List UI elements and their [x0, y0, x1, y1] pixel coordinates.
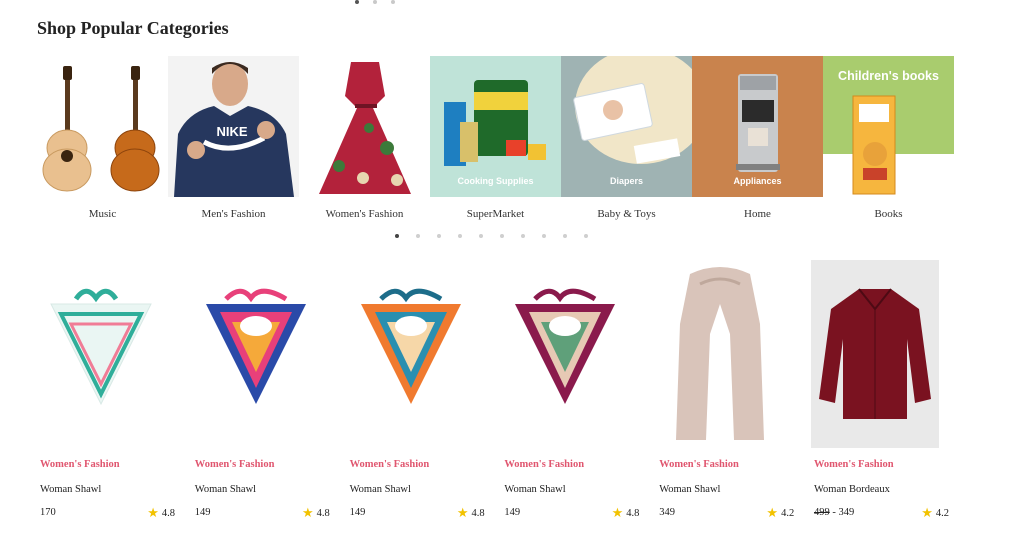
product-card[interactable]: Women's Fashion Woman Shawl 149 ★ 4.8	[347, 260, 502, 520]
product-card[interactable]: Women's Fashion Woman Shawl 149 ★ 4.8	[192, 260, 347, 520]
carousel-dot[interactable]	[563, 234, 567, 238]
category-label: Home	[744, 208, 771, 220]
carousel-dot[interactable]	[416, 234, 420, 238]
carousel-dot[interactable]	[395, 234, 399, 238]
product-price: 499 - 349	[813, 507, 855, 518]
product-category[interactable]: Women's Fashion	[501, 459, 656, 473]
category-label: Women's Fashion	[325, 208, 404, 220]
top-carousel-dots	[355, 0, 395, 4]
category-mens-fashion[interactable]: NIKE Men's Fashion	[168, 56, 299, 220]
product-card[interactable]: Women's Fashion Woman Bordeaux 499 - 349…	[810, 260, 966, 521]
category-books[interactable]: Children's books Books	[823, 56, 954, 220]
category-overlay: Cooking Supplies	[457, 176, 534, 186]
product-image	[347, 260, 475, 448]
product-name: Woman Shawl	[40, 484, 102, 495]
product-category[interactable]: Women's Fashion	[811, 459, 966, 473]
product-category[interactable]: Women's Fashion	[347, 459, 502, 473]
product-image	[501, 260, 629, 448]
product-name: Woman Shawl	[194, 484, 257, 495]
product-image	[37, 260, 165, 448]
category-label: Books	[874, 208, 903, 220]
category-music[interactable]: Music	[37, 56, 168, 220]
carousel-dot[interactable]	[437, 234, 441, 238]
category-baby-toys[interactable]: Diapers Baby & Toys	[561, 56, 692, 220]
category-overlay: Children's books	[838, 69, 939, 83]
top-dot[interactable]	[391, 0, 395, 4]
product-price: 170	[40, 507, 56, 518]
star-icon: ★	[921, 506, 933, 521]
category-image-home: Appliances	[692, 56, 823, 197]
category-image-womens-fashion	[299, 56, 430, 197]
product-price: 149	[349, 507, 366, 518]
category-image-mens-fashion: NIKE	[168, 56, 299, 197]
product-image	[656, 260, 784, 448]
star-icon: ★	[302, 506, 314, 521]
product-grid: Women's Fashion Woman Shawl 170 ★ 4.8 Wom…	[37, 260, 966, 520]
product-rating: ★ 4.8	[147, 506, 175, 521]
product-image	[810, 260, 939, 448]
product-price: 149	[194, 507, 211, 518]
product-price: 149	[504, 507, 521, 518]
top-dot[interactable]	[355, 0, 359, 4]
category-supermarket[interactable]: Cooking Supplies SuperMarket	[430, 56, 561, 220]
product-card[interactable]: Women's Fashion Woman Shawl 349 ★ 4.2	[656, 260, 811, 520]
category-label: Baby & Toys	[597, 208, 656, 220]
product-rating: ★ 4.8	[456, 506, 485, 521]
category-label: Men's Fashion	[201, 208, 266, 220]
product-card[interactable]: Women's Fashion Woman Shawl 149 ★ 4.8	[501, 260, 656, 520]
carousel-dot[interactable]	[500, 234, 504, 238]
product-rating: ★ 4.2	[766, 506, 795, 521]
product-image	[192, 260, 320, 448]
category-image-music	[37, 56, 168, 197]
category-overlay: Diapers	[609, 176, 644, 186]
category-home[interactable]: Appliances Home	[692, 56, 823, 220]
category-image-books: Children's books	[823, 56, 954, 197]
star-icon: ★	[456, 506, 469, 521]
category-carousel: Music NIKE Men's Fashion Women's Fashion…	[37, 56, 954, 220]
category-overlay: Appliances	[733, 176, 782, 186]
product-name: Woman Shawl	[504, 484, 566, 495]
product-name: Woman Shawl	[659, 484, 721, 495]
top-dot[interactable]	[373, 0, 377, 4]
star-icon: ★	[766, 506, 779, 521]
carousel-dot[interactable]	[458, 234, 462, 238]
product-rating: ★ 4.8	[611, 506, 640, 521]
category-womens-fashion[interactable]: Women's Fashion	[299, 56, 430, 220]
product-category[interactable]: Women's Fashion	[656, 459, 811, 473]
product-rating: ★ 4.2	[921, 506, 949, 521]
product-name: Woman Shawl	[349, 484, 411, 495]
carousel-dot[interactable]	[521, 234, 525, 238]
carousel-dot[interactable]	[542, 234, 546, 238]
category-label: Music	[88, 208, 117, 220]
section-title: Shop Popular Categories	[37, 18, 229, 38]
product-category[interactable]: Women's Fashion	[37, 459, 192, 473]
product-name: Woman Bordeaux	[813, 484, 890, 495]
category-label: SuperMarket	[466, 208, 525, 220]
carousel-dots	[395, 234, 588, 238]
product-rating: ★ 4.8	[302, 506, 330, 521]
star-icon: ★	[147, 506, 159, 521]
carousel-dot[interactable]	[584, 234, 588, 238]
category-image-supermarket: Cooking Supplies	[430, 56, 561, 197]
product-price: 349	[659, 507, 675, 518]
carousel-dot[interactable]	[479, 234, 483, 238]
svg-text:NIKE: NIKE	[216, 124, 247, 139]
product-card[interactable]: Women's Fashion Woman Shawl 170 ★ 4.8	[37, 260, 192, 520]
star-icon: ★	[611, 506, 624, 521]
category-image-baby-toys: Diapers	[561, 56, 692, 197]
product-category[interactable]: Women's Fashion	[192, 459, 347, 473]
